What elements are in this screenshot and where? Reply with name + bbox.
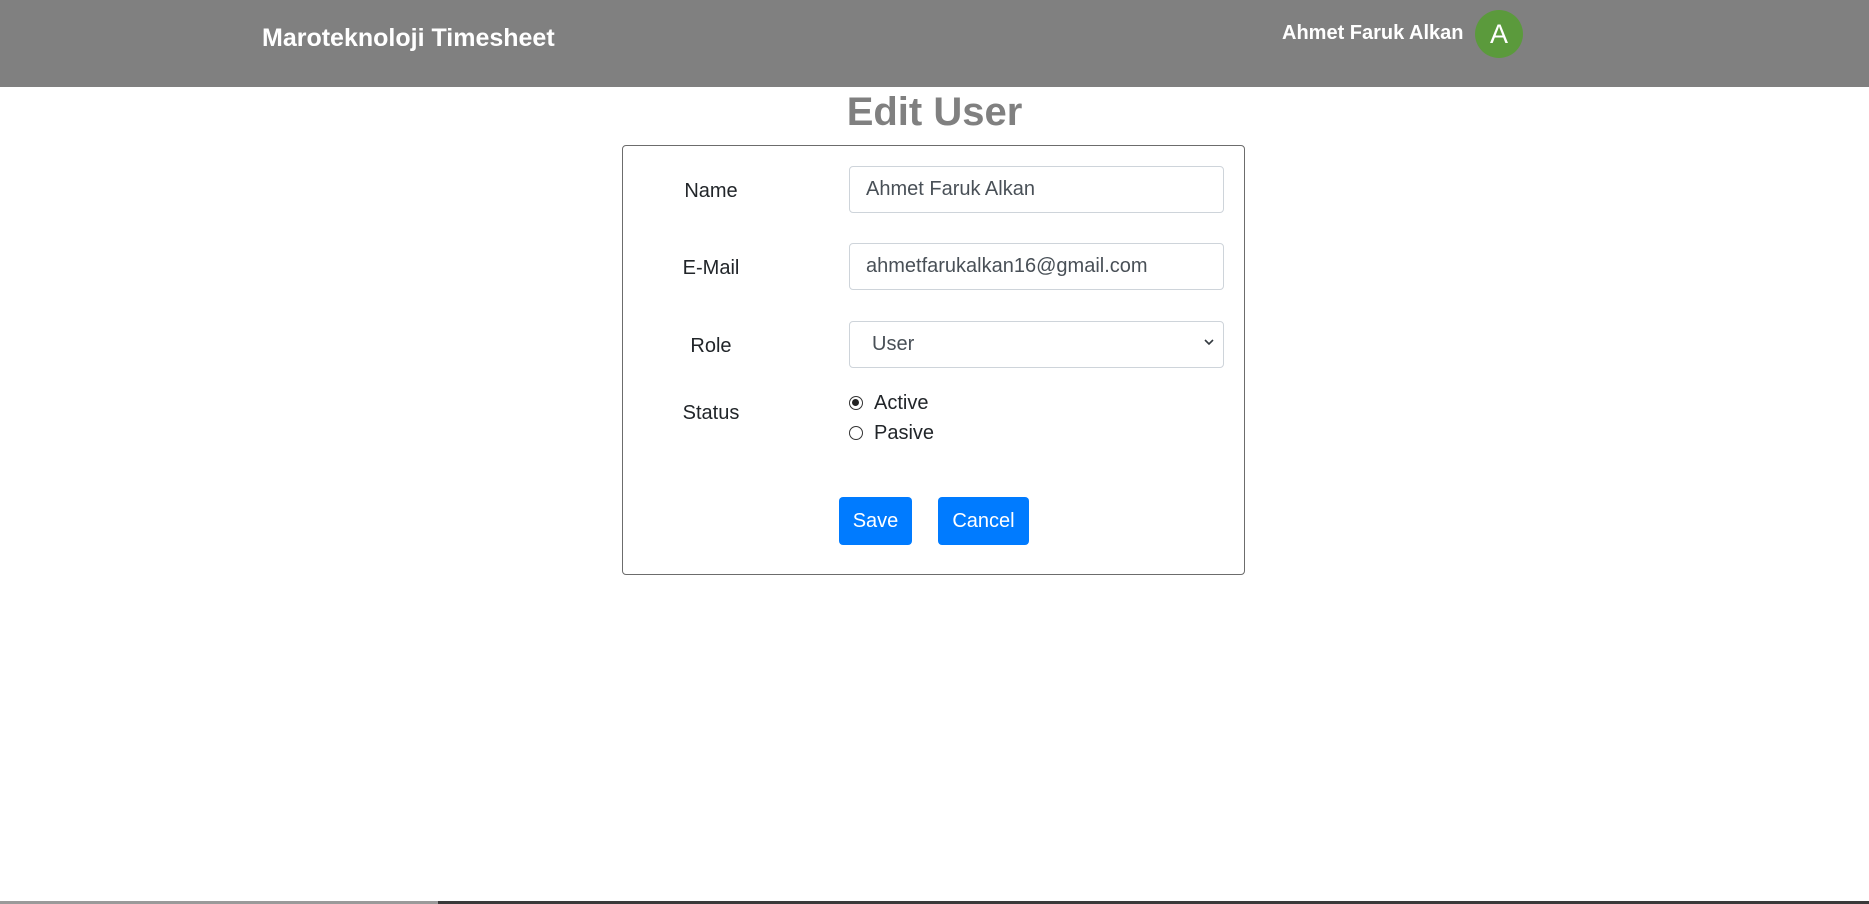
- status-option-pasive[interactable]: Pasive: [849, 420, 934, 446]
- pasive-radio-label: Pasive: [874, 421, 935, 444]
- email-label: E-Mail: [682, 257, 740, 279]
- name-input[interactable]: [849, 166, 1224, 213]
- role-select[interactable]: User: [849, 321, 1224, 368]
- pasive-radio[interactable]: [849, 426, 863, 440]
- name-label: Name: [684, 180, 738, 202]
- active-radio[interactable]: [849, 396, 863, 410]
- save-button[interactable]: Save: [839, 497, 912, 545]
- status-label: Status: [682, 402, 740, 424]
- page-title: Edit User: [846, 90, 1023, 134]
- edit-user-form: Name E-Mail Role User Status Active Pasi…: [622, 145, 1245, 575]
- email-input[interactable]: [849, 243, 1224, 290]
- cancel-button[interactable]: Cancel: [938, 497, 1029, 545]
- app-brand[interactable]: Maroteknoloji Timesheet: [262, 24, 555, 53]
- status-option-active[interactable]: Active: [849, 390, 928, 416]
- role-label: Role: [690, 335, 732, 357]
- top-navbar: Maroteknoloji Timesheet Ahmet Faruk Alka…: [0, 0, 1869, 87]
- user-avatar[interactable]: A: [1475, 10, 1523, 58]
- chevron-down-icon: [1204, 339, 1214, 346]
- current-user-name[interactable]: Ahmet Faruk Alkan: [1282, 22, 1464, 45]
- active-radio-label: Active: [874, 391, 929, 414]
- role-select-value: User: [872, 333, 915, 355]
